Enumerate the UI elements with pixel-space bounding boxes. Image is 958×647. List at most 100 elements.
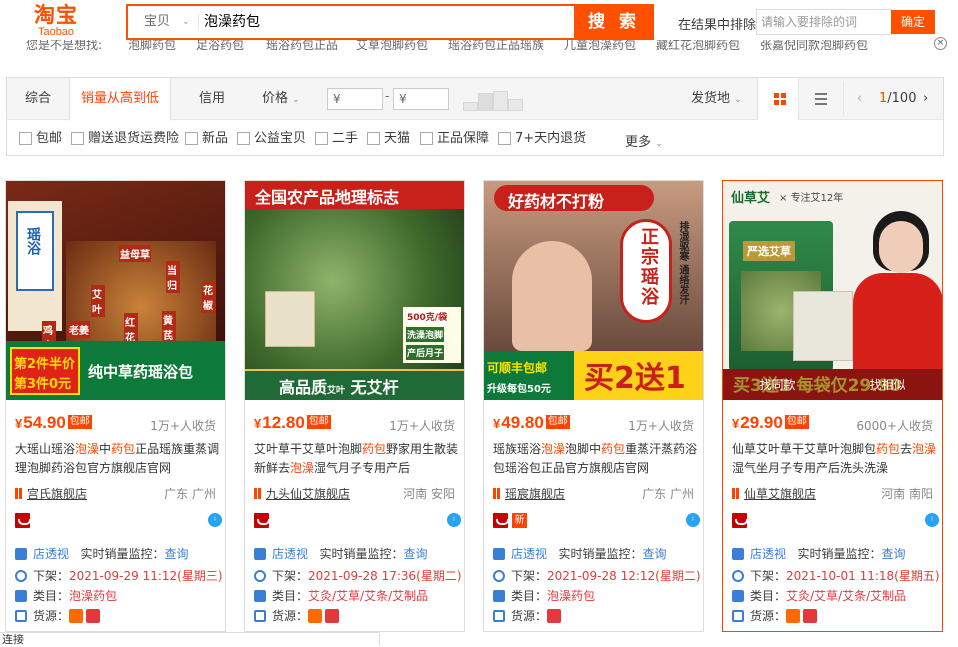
suggestion-link[interactable]: 泡脚药包 — [128, 40, 176, 53]
filter-secondhand[interactable]: 二手 — [315, 131, 358, 147]
grid-view-button[interactable] — [757, 78, 799, 120]
wangwang-chat-icon[interactable]: ʲ — [686, 513, 700, 527]
ext-category-row: 类目：艾灸/艾草/艾条/艾制品 — [254, 587, 459, 605]
tmall-icon[interactable] — [15, 513, 31, 528]
price-min-input[interactable]: ¥ — [327, 88, 383, 110]
suggestion-bar: 您是不是想找: 泡脚药包 足浴药包 瑶浴药包正品 艾草泡脚药包 瑶浴药包正品瑶族… — [0, 40, 958, 56]
exclude-confirm-button[interactable]: 确定 — [891, 10, 935, 34]
product-image[interactable]: 仙草艾 × 专注艾12年 严选艾草 买3送1 每袋仅29.90 找同款 找相似 — [723, 181, 942, 400]
page-indicator: 1/100 — [879, 78, 916, 120]
clock-icon — [732, 570, 744, 582]
source-heart-icon[interactable] — [803, 608, 818, 623]
suggestion-link[interactable]: 瑶浴药包正品 — [266, 40, 338, 53]
filters-more-button[interactable]: 更多 ⌄ — [625, 131, 663, 150]
suggestion-link[interactable]: 张嘉倪同款泡脚药包 — [760, 40, 868, 53]
image-text: × 专注艾12年 — [779, 193, 844, 204]
filter-new[interactable]: 新品 — [185, 131, 228, 147]
store-insight-link[interactable]: 店透视 — [511, 547, 547, 561]
close-icon[interactable]: × — [934, 37, 947, 50]
suggestion-link[interactable]: 儿童泡澡药包 — [564, 40, 636, 53]
search-type-select[interactable]: 宝贝 ⌄ — [128, 6, 200, 38]
monitor-query-link[interactable]: 查询 — [403, 547, 427, 561]
taobao-logo[interactable]: 淘宝 Taobao — [26, 4, 86, 40]
monitor-query-link[interactable]: 查询 — [881, 547, 905, 561]
filter-7day-return[interactable]: 7+天内退货 — [498, 131, 586, 147]
image-text: 高品质艾叶 无艾杆 — [279, 378, 399, 397]
image-text: 买2送1 — [584, 361, 686, 396]
suggestion-link[interactable]: 足浴药包 — [196, 40, 244, 53]
search-type-label: 宝贝 — [144, 14, 171, 29]
product-title[interactable]: 瑶族瑶浴泡澡泡脚中药包重蒸汗蒸药浴包瑶浴包正品官方旗舰店官网 — [493, 440, 698, 478]
source-heart-icon[interactable] — [86, 608, 101, 623]
monitor-query-link[interactable]: 查询 — [164, 547, 188, 561]
ext-source-row: 货源： — [254, 607, 459, 625]
category-link[interactable]: 艾灸/艾草/艾条/艾制品 — [786, 589, 906, 603]
price-distribution-chart[interactable] — [463, 89, 523, 111]
suggestion-link[interactable]: 藏红花泡脚药包 — [656, 40, 740, 53]
prev-page-icon[interactable]: ‹ — [857, 78, 862, 120]
find-same-button[interactable]: 找同款 — [723, 376, 832, 393]
monitor-query-link[interactable]: 查询 — [642, 547, 666, 561]
list-view-icon[interactable] — [815, 93, 827, 105]
product-title[interactable]: 仙草艾叶草干艾草叶泡脚包药包去泡澡湿气坐月子专用产后洗头洗澡 — [732, 440, 937, 478]
image-text: 当归 — [166, 261, 180, 293]
wangwang-chat-icon[interactable]: ʲ — [925, 513, 939, 527]
ext-source-row: 货源： — [732, 607, 937, 625]
ext-source-row: 货源： — [15, 607, 220, 625]
product-card[interactable]: 好药材不打粉 正宗瑶浴 排湿驱寒 通络发汗 可顺丰包邮 升级每包50元 买2送1… — [483, 180, 704, 632]
tmall-icon[interactable] — [732, 513, 748, 528]
shop-link[interactable]: 九头仙艾旗舰店 — [254, 485, 350, 502]
product-card[interactable]: 全国农产品地理标志 500克/袋 洗澡泡脚 产后月子 高品质艾叶 无艾杆 ¥12… — [244, 180, 465, 632]
filter-genuine[interactable]: 正品保障 — [420, 131, 489, 147]
shop-link[interactable]: 宫氏旗舰店 — [15, 485, 87, 502]
search-input[interactable]: 泡澡药包 — [202, 6, 570, 38]
clock-icon — [254, 570, 266, 582]
1688-icon[interactable] — [786, 608, 801, 623]
shop-link[interactable]: 仙草艾旗舰店 — [732, 485, 816, 502]
image-text: 老姜 — [68, 321, 90, 338]
next-page-icon[interactable]: › — [923, 78, 928, 120]
product-card[interactable]: 瑶浴 益母草 艾叶 当归 鸡血藤 花椒 红花 老姜 黄芪 第2件半价 第3件0元… — [5, 180, 226, 632]
shop-link[interactable]: 瑶宸旗舰店 — [493, 485, 565, 502]
tmall-icon[interactable] — [493, 513, 509, 528]
product-price: ¥29.90 包邮 — [732, 413, 809, 432]
filter-return-insurance[interactable]: 赠送退货运费险 — [71, 131, 179, 147]
price-max-input[interactable]: ¥ — [393, 88, 449, 110]
filter-free-shipping[interactable]: 包邮 — [19, 131, 62, 147]
product-image[interactable]: 好药材不打粉 正宗瑶浴 排湿驱寒 通络发汗 可顺丰包邮 升级每包50元 买2送1 — [484, 181, 703, 400]
filter-tmall[interactable]: 天猫 — [367, 131, 410, 147]
tab-sales-desc[interactable]: 销量从高到低 — [69, 78, 171, 121]
tab-price[interactable]: 价格 ⌄ — [262, 78, 300, 120]
suggestion-link[interactable]: 瑶浴药包正品瑶族 — [448, 40, 544, 53]
1688-icon[interactable] — [308, 608, 323, 623]
tmall-icon[interactable] — [254, 513, 270, 528]
source-heart-icon[interactable] — [325, 608, 340, 623]
tab-credit[interactable]: 信用 — [199, 78, 225, 120]
store-insight-link[interactable]: 店透视 — [750, 547, 786, 561]
search-button[interactable]: 搜 索 — [574, 4, 654, 40]
tab-default[interactable]: 综合 — [25, 78, 51, 120]
sales-count: 6000+人收货 — [856, 419, 933, 433]
exclude-input[interactable]: 请输入要排除的词 — [756, 9, 892, 35]
category-link[interactable]: 泡澡药包 — [547, 589, 595, 603]
1688-icon[interactable] — [69, 608, 84, 623]
category-link[interactable]: 泡澡药包 — [69, 589, 117, 603]
product-image[interactable]: 瑶浴 益母草 艾叶 当归 鸡血藤 花椒 红花 老姜 黄芪 第2件半价 第3件0元… — [6, 181, 225, 400]
filter-charity[interactable]: 公益宝贝 — [237, 131, 306, 147]
wangwang-chat-icon[interactable]: ʲ — [208, 513, 222, 527]
product-image[interactable]: 全国农产品地理标志 500克/袋 洗澡泡脚 产后月子 高品质艾叶 无艾杆 — [245, 181, 464, 400]
shop-location: 河南 安阳 — [403, 487, 455, 501]
store-insight-link[interactable]: 店透视 — [33, 547, 69, 561]
find-similar-button[interactable]: 找相似 — [833, 376, 942, 393]
product-price: ¥49.80 包邮 — [493, 413, 570, 432]
sales-count: 1万+人收货 — [628, 419, 694, 433]
wangwang-chat-icon[interactable]: ʲ — [447, 513, 461, 527]
source-heart-icon[interactable] — [547, 608, 562, 623]
suggestion-link[interactable]: 艾草泡脚药包 — [356, 40, 428, 53]
ship-from-select[interactable]: 发货地 ⌄ — [691, 78, 742, 120]
product-card[interactable]: 仙草艾 × 专注艾12年 严选艾草 买3送1 每袋仅29.90 找同款 找相似 … — [722, 180, 943, 632]
category-link[interactable]: 艾灸/艾草/艾条/艾制品 — [308, 589, 428, 603]
product-title[interactable]: 艾叶草干艾草叶泡脚药包野家用生散装新鲜去泡澡湿气月子专用产后 — [254, 440, 459, 478]
store-insight-link[interactable]: 店透视 — [272, 547, 308, 561]
product-title[interactable]: 大瑶山瑶浴泡澡中药包正品瑶族重蒸调理泡脚药浴包官方旗舰店官网 — [15, 440, 220, 478]
